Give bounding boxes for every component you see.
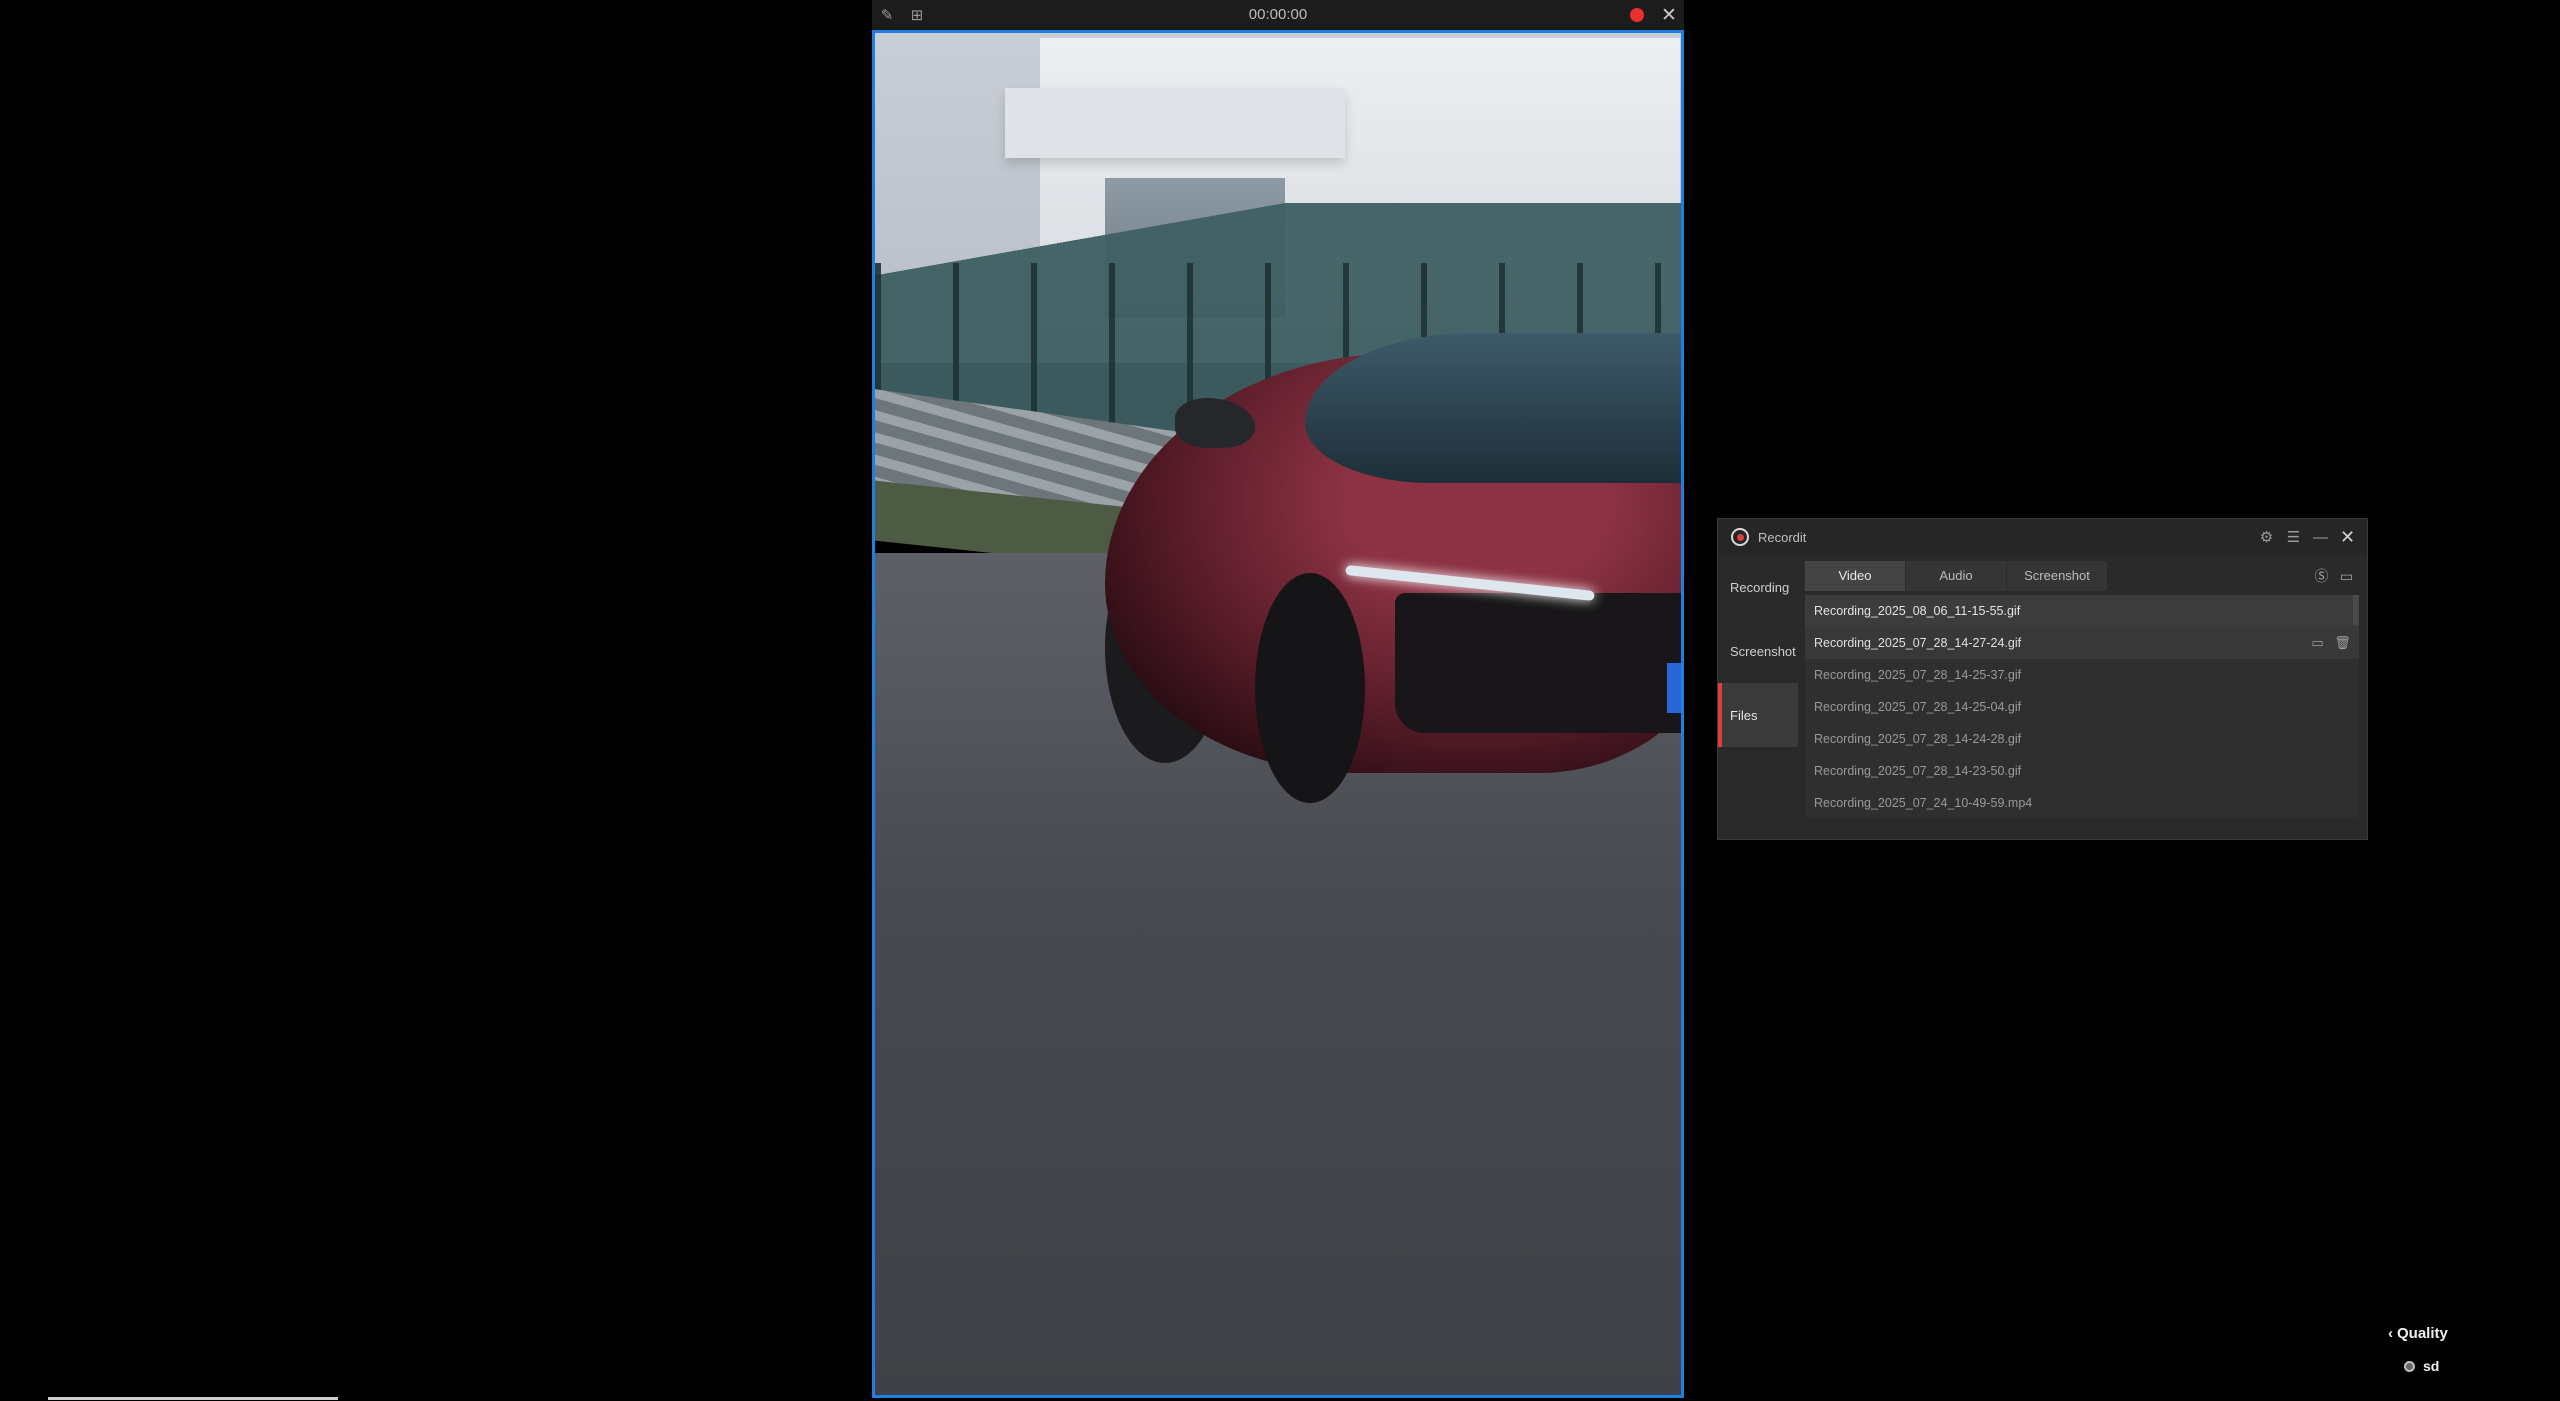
- list-item[interactable]: Recording_2025_08_06_11-15-55.gif: [1805, 595, 2359, 627]
- recordit-logo-icon: [1731, 528, 1749, 546]
- settings-icon[interactable]: ⚙: [2253, 528, 2280, 546]
- file-list: Recording_2025_08_06_11-15-55.gif Record…: [1805, 595, 2359, 817]
- sidebar: Recording Screenshot Files: [1718, 555, 1798, 839]
- quality-option-label: sd: [2423, 1358, 2440, 1374]
- chevron-left-icon: ‹: [2388, 1325, 2393, 1342]
- progress-line: [48, 1397, 338, 1400]
- sidebar-item-recording[interactable]: Recording: [1718, 555, 1798, 619]
- list-item[interactable]: Recording_2025_07_28_14-23-50.gif: [1805, 755, 2359, 787]
- radio-icon: [2404, 1360, 2415, 1372]
- open-folder-icon[interactable]: ▭: [2305, 635, 2330, 651]
- recording-timer: 00:00:00: [1248, 6, 1308, 23]
- pen-icon[interactable]: ✎: [872, 0, 902, 30]
- crop-icon[interactable]: ⊞: [902, 0, 932, 30]
- file-name: Recording_2025_07_24_10-49-59.mp4: [1814, 796, 2033, 810]
- quality-title: Quality: [2397, 1325, 2448, 1342]
- tab-screenshot[interactable]: Screenshot: [2007, 561, 2107, 591]
- minimize-icon[interactable]: —: [2307, 529, 2334, 546]
- app-name: Recordit: [1758, 529, 1807, 545]
- tab-audio[interactable]: Audio: [1906, 561, 2006, 591]
- close-icon[interactable]: ✕: [1654, 4, 1684, 27]
- sidebar-item-screenshot[interactable]: Screenshot: [1718, 619, 1798, 683]
- list-item[interactable]: Recording_2025_07_28_14-24-28.gif: [1805, 723, 2359, 755]
- file-tabs: Video Audio Screenshot Ⓢ ▭: [1805, 555, 2359, 591]
- title-bar[interactable]: Recordit ⚙ ☰ — ✕: [1718, 519, 2367, 555]
- recordit-window: Recordit ⚙ ☰ — ✕ Recording Screenshot Fi…: [1717, 518, 2368, 840]
- dollar-circle-icon[interactable]: Ⓢ: [2309, 566, 2334, 586]
- file-name: Recording_2025_07_28_14-24-28.gif: [1814, 732, 2022, 746]
- quality-back-button[interactable]: ‹ Quality: [2388, 1325, 2448, 1342]
- video-frame-car: [875, 33, 1681, 1395]
- capture-region[interactable]: [872, 30, 1684, 1398]
- list-item[interactable]: Recording_2025_07_24_10-49-59.mp4: [1805, 787, 2359, 817]
- quality-option-sd[interactable]: sd: [2404, 1358, 2448, 1374]
- record-dot-icon[interactable]: [1630, 8, 1644, 22]
- scrollbar[interactable]: [2353, 595, 2359, 625]
- file-name: Recording_2025_07_28_14-25-37.gif: [1814, 668, 2022, 682]
- list-item[interactable]: Recording_2025_07_28_14-27-24.gif ▭ 🗑: [1805, 627, 2359, 659]
- menu-icon[interactable]: ☰: [2280, 528, 2307, 546]
- file-name: Recording_2025_07_28_14-25-04.gif: [1814, 700, 2022, 714]
- list-item[interactable]: Recording_2025_07_28_14-25-04.gif: [1805, 691, 2359, 723]
- sidebar-item-files[interactable]: Files: [1718, 683, 1798, 747]
- file-name: Recording_2025_07_28_14-27-24.gif: [1814, 636, 2022, 650]
- file-name: Recording_2025_08_06_11-15-55.gif: [1814, 604, 2021, 618]
- recording-toolbar: ✎ ⊞ 00:00:00 ✕: [872, 0, 1684, 30]
- quality-menu: ‹ Quality sd: [2388, 1325, 2448, 1374]
- file-name: Recording_2025_07_28_14-23-50.gif: [1814, 764, 2022, 778]
- folder-icon[interactable]: ▭: [2334, 568, 2359, 585]
- trash-icon[interactable]: 🗑: [2330, 635, 2355, 651]
- list-item[interactable]: Recording_2025_07_28_14-25-37.gif: [1805, 659, 2359, 691]
- close-icon[interactable]: ✕: [2334, 527, 2361, 548]
- files-panel: Video Audio Screenshot Ⓢ ▭ Recording_202…: [1805, 555, 2359, 831]
- tab-video[interactable]: Video: [1805, 561, 1905, 591]
